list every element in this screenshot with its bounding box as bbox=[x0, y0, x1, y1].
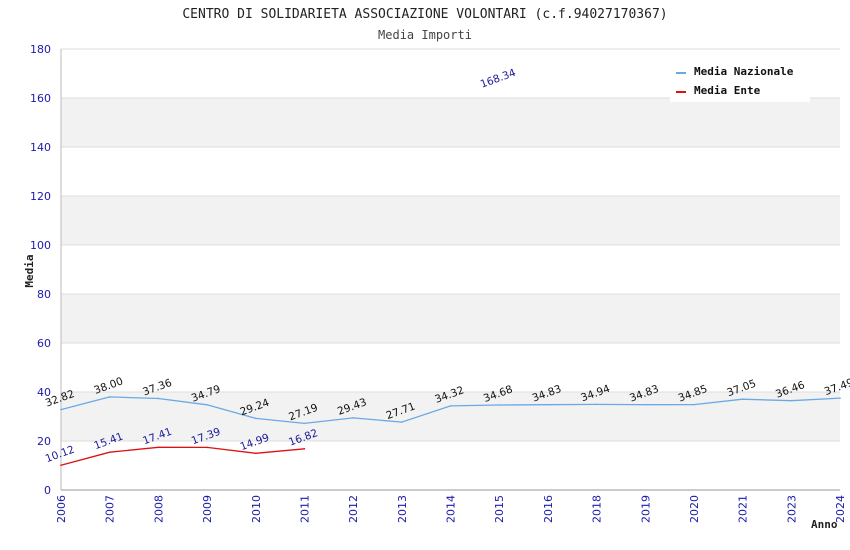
y-tick-label: 60 bbox=[37, 337, 51, 350]
data-point bbox=[108, 396, 111, 398]
x-tick-label: 2012 bbox=[347, 495, 360, 523]
data-point bbox=[303, 447, 306, 450]
y-tick-label: 180 bbox=[30, 43, 51, 56]
annotation-label: 168.34 bbox=[479, 67, 518, 91]
x-tick-label: 2019 bbox=[639, 495, 652, 523]
data-point bbox=[60, 408, 62, 411]
data-point bbox=[352, 417, 354, 419]
background-band bbox=[61, 98, 840, 147]
x-tick-label: 2021 bbox=[737, 495, 750, 523]
x-tick-label: 2016 bbox=[542, 495, 555, 523]
y-tick-label: 120 bbox=[30, 190, 51, 203]
legend: Media Nazionale Media Ente bbox=[670, 60, 810, 102]
data-point bbox=[498, 404, 500, 406]
y-tick-label: 0 bbox=[44, 484, 51, 497]
y-tick-label: 160 bbox=[30, 92, 51, 105]
data-point bbox=[206, 403, 208, 406]
data-point bbox=[693, 403, 695, 406]
data-point bbox=[401, 421, 403, 423]
data-point bbox=[644, 403, 647, 406]
x-tick-label: 2009 bbox=[201, 495, 214, 523]
x-tick-label: 2006 bbox=[55, 495, 68, 523]
x-tick-label: 2007 bbox=[104, 495, 117, 523]
data-point bbox=[595, 403, 598, 406]
x-tick-label: 2024 bbox=[834, 495, 847, 523]
x-tick-labels: 2006 2007 2008 2009 2010 2011 2012 2013 2014 2015… bbox=[55, 495, 847, 523]
data-point bbox=[157, 446, 160, 449]
x-tick-label: 2015 bbox=[493, 495, 506, 523]
data-point bbox=[60, 464, 62, 467]
annotations: 168.34 bbox=[479, 67, 518, 91]
x-tick-label: 2020 bbox=[688, 495, 701, 523]
x-tick-label: 2018 bbox=[591, 495, 604, 523]
chart-subtitle: Media Importi bbox=[378, 28, 472, 42]
x-tick-label: 2013 bbox=[396, 495, 409, 523]
data-point bbox=[303, 422, 306, 425]
x-tick-label: 2011 bbox=[298, 495, 311, 523]
data-point bbox=[157, 397, 160, 400]
x-tick-label: 2008 bbox=[152, 495, 165, 523]
x-tick-label: 2014 bbox=[445, 495, 458, 523]
data-point bbox=[547, 403, 549, 406]
y-axis-label: Media bbox=[23, 254, 36, 287]
y-tick-label: 20 bbox=[37, 435, 51, 448]
legend-label-ente: Media Ente bbox=[694, 84, 761, 97]
x-tick-label: 2010 bbox=[250, 495, 263, 523]
x-tick-label: 2023 bbox=[785, 495, 798, 523]
y-tick-label: 140 bbox=[30, 141, 51, 154]
data-point bbox=[254, 417, 257, 420]
data-point bbox=[206, 446, 208, 449]
data-point bbox=[254, 452, 257, 455]
data-point bbox=[839, 397, 841, 399]
y-tick-label: 80 bbox=[37, 288, 51, 301]
background-band bbox=[61, 294, 840, 343]
data-point bbox=[790, 399, 793, 402]
y-tick-label: 100 bbox=[30, 239, 51, 252]
background-band bbox=[61, 196, 840, 245]
data-point bbox=[108, 451, 111, 454]
data-point bbox=[741, 398, 744, 401]
chart-title: CENTRO DI SOLIDARIETA ASSOCIAZIONE VOLON… bbox=[182, 7, 667, 22]
legend-label-nazionale: Media Nazionale bbox=[694, 65, 794, 78]
chart-svg: CENTRO DI SOLIDARIETA ASSOCIAZIONE VOLON… bbox=[23, 7, 850, 531]
data-point bbox=[449, 405, 452, 407]
